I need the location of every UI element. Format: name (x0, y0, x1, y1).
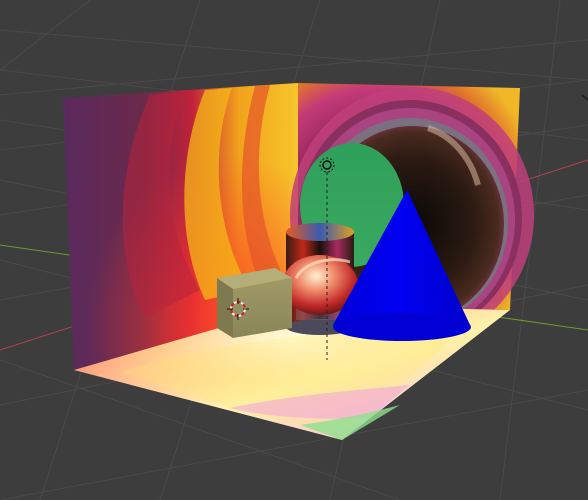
selected-cube[interactable] (217, 268, 292, 338)
viewport-edge-marker (581, 94, 588, 101)
scene-canvas[interactable] (0, 0, 588, 500)
3d-viewport[interactable] (0, 0, 588, 500)
